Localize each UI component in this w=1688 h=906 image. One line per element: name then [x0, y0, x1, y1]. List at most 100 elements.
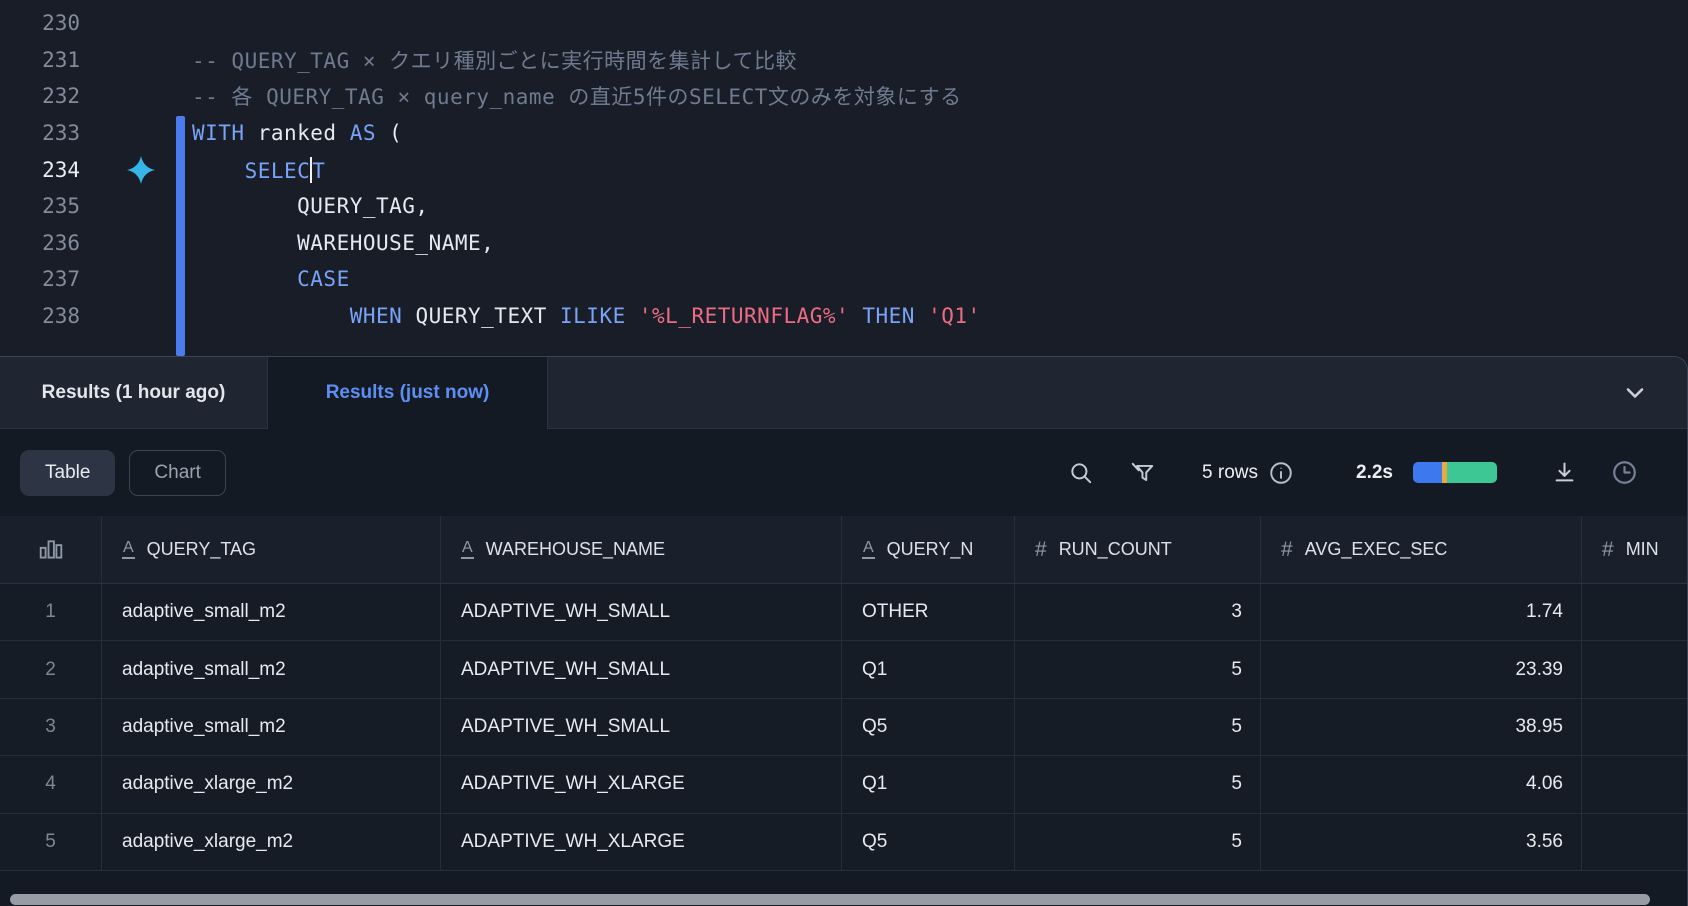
code-line[interactable]: 235 QUERY_TAG,	[0, 188, 1688, 225]
table-cell[interactable]: OTHER	[842, 584, 1015, 641]
code-text: WHEN QUERY_TEXT ILIKE '%L_RETURNFLAG%' T…	[349, 304, 981, 329]
table-cell[interactable]: 5	[1015, 641, 1261, 698]
line-number: 235	[42, 194, 80, 219]
code-text: -- 各 QUERY_TAG × query_name の直近5件のSELECT…	[192, 85, 962, 110]
line-number: 231	[42, 47, 80, 72]
code-line[interactable]: 231 -- QUERY_TAG × クエリ種別ごとに実行時間を集計して比較	[0, 42, 1688, 79]
grid-body: 1 adaptive_small_m2 ADAPTIVE_WH_SMALL OTHER…	[0, 584, 1687, 871]
column-label: QUERY_N	[886, 539, 974, 559]
table-cell[interactable]	[1582, 584, 1687, 640]
table-cell[interactable]: Q1	[842, 756, 1015, 813]
table-cell[interactable]: 3.56	[1261, 813, 1582, 870]
tab-results-previous[interactable]: Results (1 hour ago)	[0, 357, 268, 428]
text-type-icon: A	[862, 539, 875, 559]
column-header-min[interactable]: # MIN	[1582, 516, 1687, 583]
row-number[interactable]: 3	[0, 698, 102, 756]
query-duration-bar	[1413, 462, 1497, 483]
column-header-warehouse_name[interactable]: A WAREHOUSE_NAME	[441, 516, 842, 583]
toolbar-right: 5 rows 2.2s	[1068, 458, 1639, 487]
table-cell[interactable]	[1582, 699, 1687, 755]
horizontal-scrollbar-thumb[interactable]	[10, 894, 1650, 905]
row-number[interactable]: 2	[0, 641, 102, 698]
column-label: AVG_EXEC_SEC	[1304, 539, 1448, 559]
chart-view-button[interactable]: Chart	[129, 449, 226, 496]
number-type-icon: #	[1035, 537, 1047, 561]
table-cell[interactable]: Q1	[842, 641, 1015, 698]
code-line[interactable]: 232 -- 各 QUERY_TAG × query_name の直近5件のSEL…	[0, 78, 1688, 115]
table-cell[interactable]: adaptive_xlarge_m2	[102, 813, 441, 870]
tab-label: Results (just now)	[325, 382, 490, 403]
filter-icon[interactable]	[1130, 460, 1156, 486]
code-line[interactable]: 233 WITH ranked AS (	[0, 115, 1688, 152]
code-line[interactable]: 236 WAREHOUSE_NAME,	[0, 225, 1688, 262]
tabstrip-spacer	[548, 357, 1687, 428]
table-cell[interactable]: 38.95	[1261, 698, 1582, 756]
results-toolbar: Table Chart 5 rows 2.2s	[0, 429, 1687, 516]
column-header-query_tag[interactable]: A QUERY_TAG	[102, 516, 441, 583]
download-icon[interactable]	[1551, 459, 1578, 486]
code-text: QUERY_TAG,	[192, 194, 429, 219]
statement-indicator-bar	[176, 116, 185, 356]
row-selector-header[interactable]	[0, 516, 102, 583]
column-header-avg_exec_sec[interactable]: # AVG_EXEC_SEC	[1261, 516, 1582, 583]
table-cell[interactable]: 3	[1015, 584, 1261, 641]
code-line[interactable]: 237 CASE	[0, 261, 1688, 298]
column-label: WAREHOUSE_NAME	[485, 539, 666, 559]
table-cell[interactable]	[1582, 814, 1687, 870]
row-number[interactable]: 5	[0, 813, 102, 870]
table-cell[interactable]: adaptive_small_m2	[102, 641, 441, 698]
info-icon[interactable]	[1268, 460, 1294, 486]
sql-editor[interactable]: 230 231 -- QUERY_TAG × クエリ種別ごとに実行時間を集計して比較…	[0, 0, 1688, 356]
query-history-clock-icon[interactable]	[1610, 458, 1639, 487]
column-label: MIN	[1625, 539, 1659, 559]
code-line[interactable]: 230	[0, 5, 1688, 42]
table-cell[interactable]: 23.39	[1261, 641, 1582, 698]
table-cell[interactable]: 5	[1015, 698, 1261, 756]
column-label: RUN_COUNT	[1058, 539, 1172, 559]
results-tabstrip: Results (1 hour ago) Results (just now)	[0, 357, 1687, 429]
search-icon[interactable]	[1068, 460, 1094, 486]
ai-sparkle-icon[interactable]	[110, 154, 172, 186]
table-row: 2 adaptive_small_m2 ADAPTIVE_WH_SMALL Q1 5 23…	[0, 641, 1687, 699]
duration-segment-execute	[1447, 462, 1497, 483]
table-cell[interactable]: adaptive_xlarge_m2	[102, 756, 441, 813]
table-cell[interactable]: ADAPTIVE_WH_SMALL	[441, 698, 842, 756]
column-header-query_n[interactable]: A QUERY_N	[842, 516, 1015, 583]
table-cell[interactable]: ADAPTIVE_WH_XLARGE	[441, 813, 842, 870]
code-line[interactable]: 234 SELECT	[0, 151, 1688, 188]
table-cell[interactable]	[1582, 756, 1687, 812]
row-number[interactable]: 1	[0, 584, 102, 641]
table-cell[interactable]: ADAPTIVE_WH_SMALL	[441, 584, 842, 641]
line-number: 234	[42, 157, 80, 182]
line-number: 238	[42, 304, 80, 329]
table-cell[interactable]: adaptive_small_m2	[102, 584, 441, 641]
text-type-icon: A	[122, 539, 135, 559]
table-cell[interactable]: ADAPTIVE_WH_XLARGE	[441, 756, 842, 813]
tab-label: Results (1 hour ago)	[41, 381, 226, 403]
line-number: 230	[42, 11, 80, 36]
code-area[interactable]: 230 231 -- QUERY_TAG × クエリ種別ごとに実行時間を集計して比較…	[0, 0, 1688, 334]
collapse-results-icon[interactable]	[1621, 379, 1649, 407]
tab-results-current[interactable]: Results (just now)	[268, 357, 548, 429]
row-number[interactable]: 4	[0, 756, 102, 813]
table-cell[interactable]: Q5	[842, 813, 1015, 870]
table-view-button[interactable]: Table	[20, 449, 116, 496]
table-cell[interactable]: ADAPTIVE_WH_SMALL	[441, 641, 842, 698]
table-cell[interactable]: 4.06	[1261, 756, 1582, 813]
table-row: 5 adaptive_xlarge_m2 ADAPTIVE_WH_XLARGE Q5 5…	[0, 813, 1687, 871]
table-cell[interactable]: 5	[1015, 813, 1261, 870]
table-cell[interactable]	[1582, 641, 1687, 697]
number-type-icon: #	[1602, 537, 1614, 561]
code-text: SELECT	[192, 156, 326, 183]
table-cell[interactable]: Q5	[842, 698, 1015, 756]
table-cell[interactable]: adaptive_small_m2	[102, 698, 441, 756]
results-grid: A QUERY_TAG A WAREHOUSE_NAME A QUERY_N # RUN_CO…	[0, 516, 1687, 906]
line-number: 237	[42, 267, 80, 292]
table-cell[interactable]: 5	[1015, 756, 1261, 813]
column-header-run_count[interactable]: # RUN_COUNT	[1015, 516, 1261, 583]
table-row: 1 adaptive_small_m2 ADAPTIVE_WH_SMALL OTHER…	[0, 584, 1687, 642]
table-row: 4 adaptive_xlarge_m2 ADAPTIVE_WH_XLARGE Q1 5…	[0, 756, 1687, 814]
code-line[interactable]: 238 WHEN QUERY_TEXT ILIKE '%L_RETURNFLAG…	[0, 298, 1688, 335]
table-cell[interactable]: 1.74	[1261, 584, 1582, 641]
line-number: 236	[42, 230, 80, 255]
